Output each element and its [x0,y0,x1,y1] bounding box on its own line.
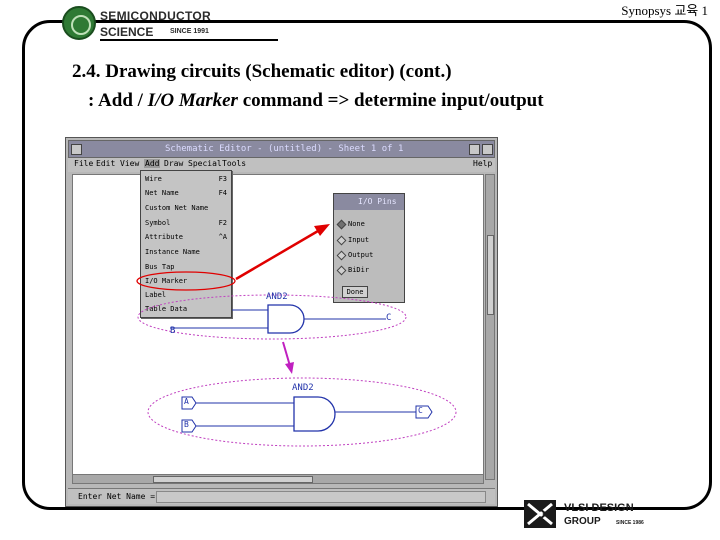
red-arrow [235,229,319,281]
pin-a-label: A [184,397,189,406]
vlsi-since: SINCE 1986 [616,520,644,526]
gate-top-label: AND2 [266,292,288,302]
annotation-overlay [136,224,457,447]
vlsi-design-group-logo: VLSI DESIGN GROUP SINCE 1986 [524,498,664,532]
pin-b-label: B [184,420,189,429]
vlsi-mark-icon [524,500,556,528]
vlsi-line2: GROUP [564,516,601,527]
vlsi-line1: VLSI DESIGN [564,502,634,514]
pin-c-label: C [418,406,423,415]
red-arrowhead-icon [314,224,330,236]
net-b-label: B [170,326,176,336]
io-marker-highlight [136,271,236,291]
and-gate-top[interactable] [267,304,305,334]
net-c-label: C [386,313,392,323]
gate-bottom-label: AND2 [292,383,314,393]
magenta-arrow [282,341,291,367]
magenta-arrowhead-icon [285,362,294,374]
slide: SEMICONDUCTOR SCIENCE SINCE 1991 Synopsy… [0,0,720,540]
and-gate-bottom[interactable] [293,396,336,432]
